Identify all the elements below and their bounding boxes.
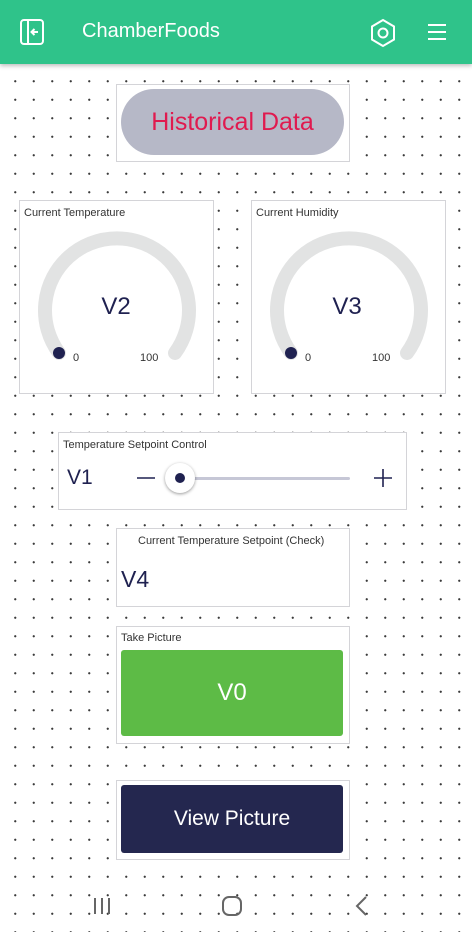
temperature-gauge-value: V2 [101,293,131,320]
minus-icon[interactable] [136,468,156,488]
temperature-gauge-indicator [53,347,65,359]
setpoint-check-label: Current Temperature Setpoint (Check) [138,535,325,547]
menu-icon[interactable] [426,22,448,42]
setpoint-control-label: Temperature Setpoint Control [63,439,207,451]
setpoint-slider-track[interactable] [178,477,350,480]
humidity-gauge-min: 0 [305,352,312,364]
plus-icon[interactable] [373,468,393,488]
historical-data-button[interactable]: Historical Data [121,89,344,155]
historical-data-label: Historical Data [151,107,314,136]
setpoint-slider-handle[interactable] [165,463,195,493]
setpoint-check-value: V4 [121,566,150,592]
take-picture-button-label: V0 [217,679,247,706]
home-icon[interactable] [221,895,243,917]
take-picture-button[interactable]: V0 [121,650,343,736]
view-picture-button[interactable]: View Picture [121,785,343,853]
humidity-gauge-indicator [285,347,297,359]
view-picture-button-label: View Picture [173,807,291,830]
take-picture-label: Take Picture [121,632,182,644]
exit-icon[interactable] [18,18,46,46]
humidity-gauge-value: V3 [332,293,362,320]
system-nav-bar [0,880,472,932]
recent-apps-icon[interactable] [92,896,112,916]
app-bar: ChamberFoods [0,0,472,64]
humidity-gauge-max: 100 [372,352,391,364]
app-title: ChamberFoods [82,20,220,42]
back-icon[interactable] [352,895,372,917]
settings-hexagon-icon[interactable] [368,18,398,48]
setpoint-control-value: V1 [67,466,93,489]
temperature-gauge-min: 0 [73,352,80,364]
temperature-gauge-max: 100 [140,352,159,364]
